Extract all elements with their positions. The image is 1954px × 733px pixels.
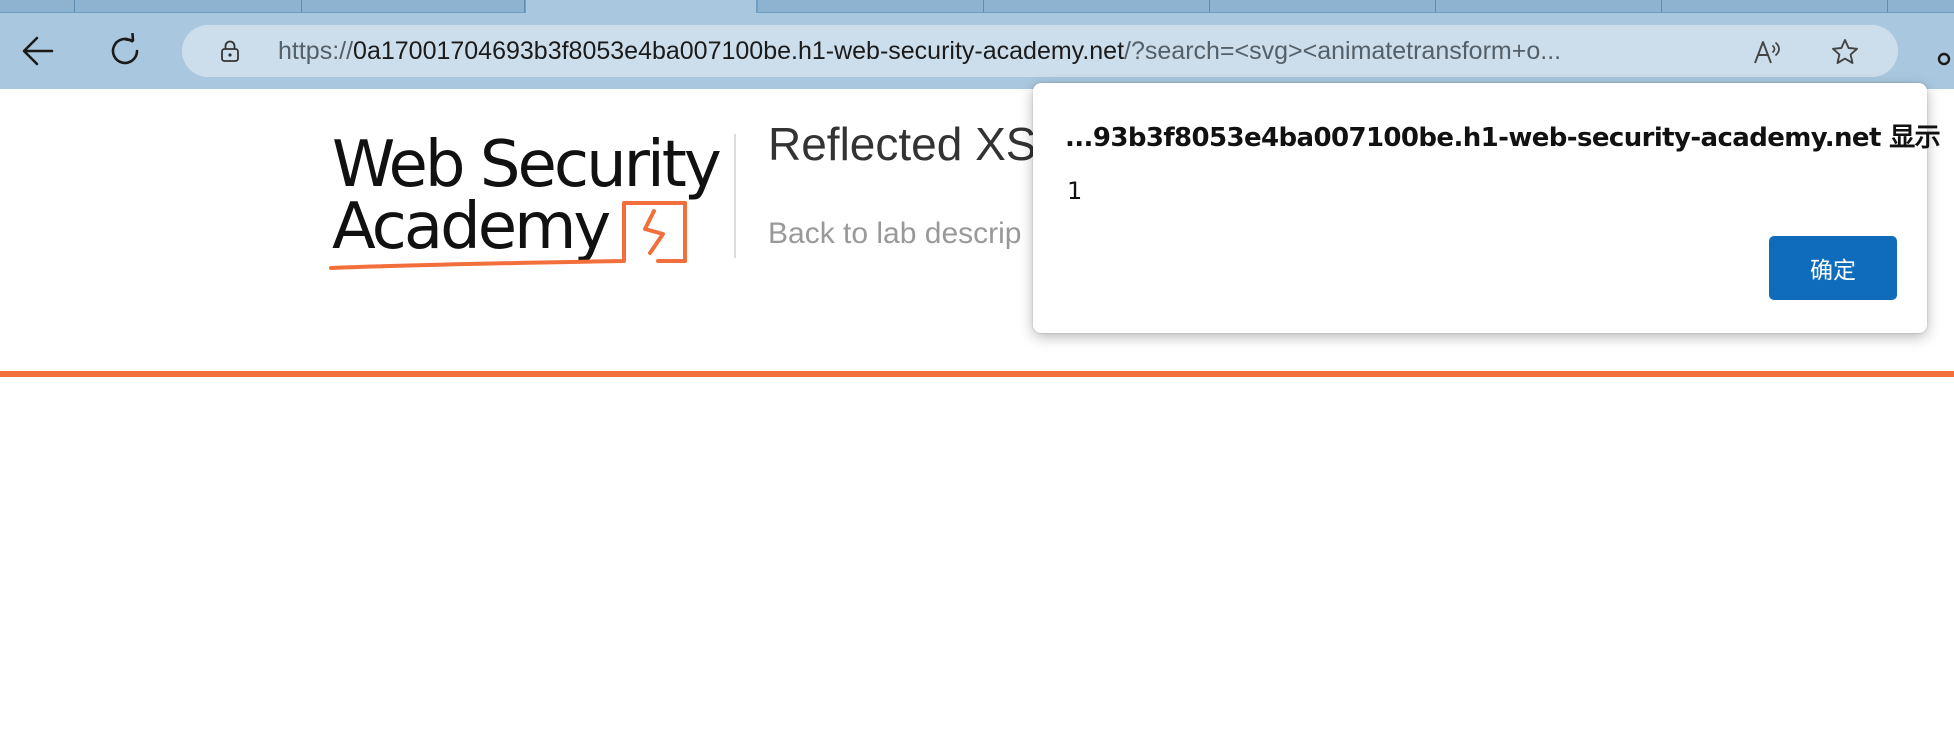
url-text[interactable]: https://0a17001704693b3f8053e4ba007100be…	[278, 38, 1718, 64]
dialog-title: ...93b3f8053e4ba007100be.h1-web-security…	[1065, 123, 1941, 153]
read-aloud-icon[interactable]	[1752, 37, 1782, 67]
tab[interactable]	[0, 0, 75, 12]
alert-dialog: ...93b3f8053e4ba007100be.h1-web-security…	[1033, 83, 1941, 333]
header-accent-rule	[0, 371, 1954, 377]
tab[interactable]	[1662, 0, 1888, 12]
browser-toolbar: https://0a17001704693b3f8053e4ba007100be…	[0, 13, 1954, 89]
tab[interactable]	[1436, 0, 1662, 12]
star-icon[interactable]	[1830, 37, 1860, 67]
tab-strip	[0, 0, 1954, 13]
tab[interactable]	[1888, 0, 1954, 12]
tab-active[interactable]	[526, 0, 756, 13]
logo-mark-icon	[329, 201, 687, 270]
arrow-left-icon	[22, 36, 54, 66]
address-bar[interactable]: https://0a17001704693b3f8053e4ba007100be…	[182, 25, 1898, 77]
more-icon[interactable]	[1934, 49, 1954, 69]
back-button[interactable]	[18, 31, 58, 71]
tab[interactable]	[1210, 0, 1436, 12]
ok-button[interactable]: 确定	[1769, 236, 1897, 300]
refresh-button[interactable]	[105, 31, 145, 71]
tab[interactable]	[758, 0, 984, 12]
tab[interactable]	[984, 0, 1210, 12]
web-security-academy-logo[interactable]: Web Security Academy	[328, 131, 728, 276]
dialog-message: 1	[1067, 177, 1083, 205]
lock-icon[interactable]	[218, 39, 242, 63]
url-path: /?search=<svg><animatetransform+o...	[1124, 38, 1562, 64]
lab-title: Reflected XS	[768, 118, 1037, 170]
url-host: 0a17001704693b3f8053e4ba007100be.h1-web-…	[353, 38, 1125, 64]
tab[interactable]	[75, 0, 302, 12]
tab[interactable]	[302, 0, 525, 12]
logo-divider	[734, 134, 736, 258]
refresh-icon	[111, 33, 139, 65]
back-to-lab-description-link[interactable]: Back to lab descrip	[768, 216, 1021, 252]
url-scheme: https://	[278, 38, 354, 64]
